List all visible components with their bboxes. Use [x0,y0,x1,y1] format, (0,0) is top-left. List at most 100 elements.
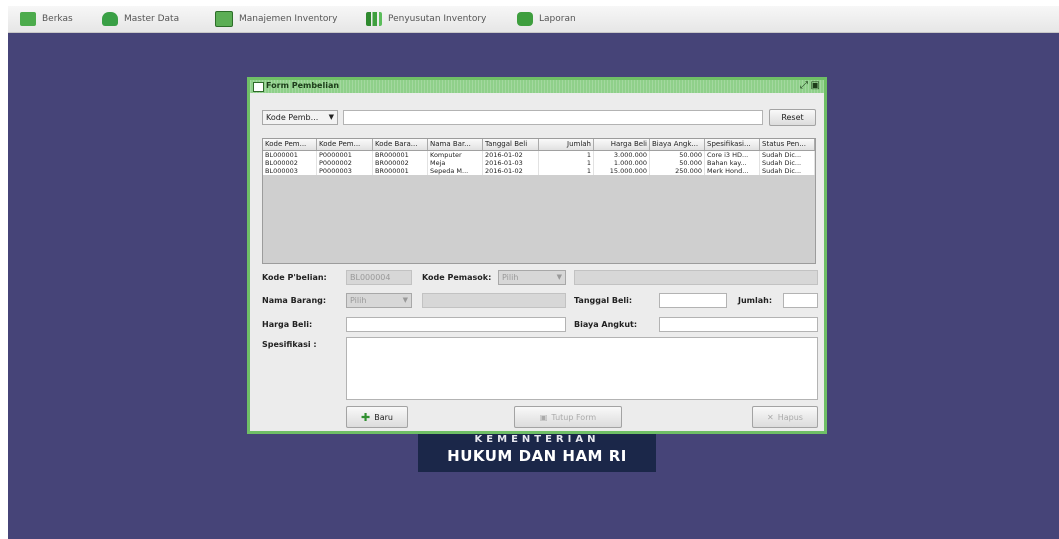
table-cell: 1.000.000 [594,159,650,167]
hapus-label: Hapus [777,412,803,422]
column-header[interactable]: Kode Pem... [263,139,317,150]
kode-pemasok-combo[interactable]: Pilih ▼ [498,270,566,285]
table-cell: BL000003 [263,167,317,175]
combo-value: Kode Pemb... [266,113,319,122]
maximize-icon[interactable]: ⤢ [800,80,808,91]
hapus-button[interactable]: ✕ Hapus [752,406,818,428]
table-cell: Meja [428,159,483,167]
menu-label: Laporan [539,14,576,24]
kode-pembelian-field[interactable]: BL000004 [346,270,412,285]
table-cell: 1 [539,159,594,167]
table-row[interactable]: BL000002 P0000002 BR000002 Meja 2016-01-… [263,159,815,167]
ministry-logo: KEMENTERIAN HUKUM DAN HAM RI [418,432,656,472]
plus-icon: ✚ [361,410,371,424]
column-header[interactable]: Harga Beli [594,139,650,150]
menu-laporan[interactable]: Laporan [517,9,576,29]
reset-button[interactable]: Reset [769,109,816,126]
menu-label: Manajemen Inventory [239,14,338,24]
delete-icon: ✕ [767,412,774,422]
menu-penyusutan-inventory[interactable]: Penyusutan Inventory [366,9,486,29]
table-cell: 50.000 [650,151,705,159]
biaya-angkut-field[interactable] [659,317,818,332]
reset-label: Reset [781,113,804,122]
tanggal-beli-field[interactable] [659,293,727,308]
nama-pemasok-field [574,270,818,285]
folder-icon [20,12,36,26]
table-cell: BL000002 [263,159,317,167]
tutup-form-label: Tutup Form [551,412,597,422]
menu-berkas[interactable]: Berkas [20,9,73,29]
table-cell: 1 [539,151,594,159]
table-header: Kode Pem... Kode Pem... Kode Bara... Nam… [263,139,815,151]
column-header[interactable]: Spesifikasi... [705,139,760,150]
column-header[interactable]: Biaya Angk... [650,139,705,150]
table-cell: BR000001 [373,167,428,175]
table-cell: Sudah Dic... [760,159,815,167]
column-header[interactable]: Kode Pem... [317,139,373,150]
table-row[interactable]: BL000001 P0000001 BR000001 Komputer 2016… [263,151,815,159]
table-cell: 2016-01-02 [483,167,539,175]
chevron-down-icon: ▼ [328,113,334,121]
column-header[interactable]: Nama Bar... [428,139,483,150]
monitor-icon [215,11,233,27]
table-cell: 2016-01-03 [483,159,539,167]
table-cell: 2016-01-02 [483,151,539,159]
baru-button[interactable]: ✚ Baru [346,406,408,428]
table-cell: P0000001 [317,151,373,159]
menu-master-data[interactable]: Master Data [102,9,179,29]
tanggal-beli-label: Tanggal Beli: [574,296,633,305]
nama-barang-combo[interactable]: Pilih ▼ [346,293,412,308]
chevron-down-icon: ▼ [402,296,408,304]
table-cell: BR000002 [373,159,428,167]
table-cell: Bahan kay... [705,159,760,167]
search-input[interactable] [343,110,763,125]
baru-label: Baru [374,412,393,422]
jumlah-label: Jumlah: [738,296,773,305]
table-row[interactable]: BL000003 P0000003 BR000001 Sepeda M... 2… [263,167,815,175]
table-cell: 50.000 [650,159,705,167]
column-header[interactable]: Jumlah [539,139,594,150]
combo-value: Pilih [502,273,519,282]
title-bar[interactable]: Form Pembelian ⤢ ▣ [250,80,824,93]
table-cell: P0000003 [317,167,373,175]
chevron-down-icon: ▼ [556,273,562,281]
spesifikasi-label: Spesifikasi : [262,340,317,349]
menu-label: Penyusutan Inventory [388,14,487,24]
menu-manajemen-inventory[interactable]: Manajemen Inventory [215,9,337,29]
table-cell: Merk Hond... [705,167,760,175]
jumlah-field[interactable] [783,293,818,308]
column-header[interactable]: Kode Bara... [373,139,428,150]
database-icon [102,12,118,26]
table-cell: P0000002 [317,159,373,167]
table-cell: Core i3 HD... [705,151,760,159]
table-cell: BR000001 [373,151,428,159]
chart-icon [366,12,382,26]
table-cell: Sudah Dic... [760,167,815,175]
table-cell: 3.000.000 [594,151,650,159]
logo-line-2: HUKUM DAN HAM RI [447,447,627,465]
table-cell: 250.000 [650,167,705,175]
save-icon: ▣ [539,412,548,422]
table-cell: Komputer [428,151,483,159]
column-header[interactable]: Status Pen... [760,139,815,150]
combo-value: Pilih [350,296,367,305]
menu-label: Master Data [124,14,180,24]
form-pembelian-window: Form Pembelian ⤢ ▣ Kode Pemb... ▼ Reset … [247,77,827,434]
close-icon[interactable]: ▣ [811,80,820,91]
printer-icon [517,12,533,26]
window-title: Form Pembelian [266,81,340,90]
kode-pemasok-label: Kode Pemasok: [422,273,492,282]
harga-beli-field[interactable] [346,317,566,332]
spesifikasi-textarea[interactable] [346,337,818,400]
table-cell: Sudah Dic... [760,151,815,159]
purchase-table[interactable]: Kode Pem... Kode Pem... Kode Bara... Nam… [262,138,816,264]
window-icon [253,82,264,92]
search-field-combo[interactable]: Kode Pemb... ▼ [262,110,338,125]
table-cell: Sepeda M... [428,167,483,175]
harga-beli-label: Harga Beli: [262,320,313,329]
table-cell: 15.000.000 [594,167,650,175]
nama-barang-label: Nama Barang: [262,296,327,305]
tutup-form-button[interactable]: ▣ Tutup Form [514,406,622,428]
column-header[interactable]: Tanggal Beli [483,139,539,150]
table-cell: 1 [539,167,594,175]
